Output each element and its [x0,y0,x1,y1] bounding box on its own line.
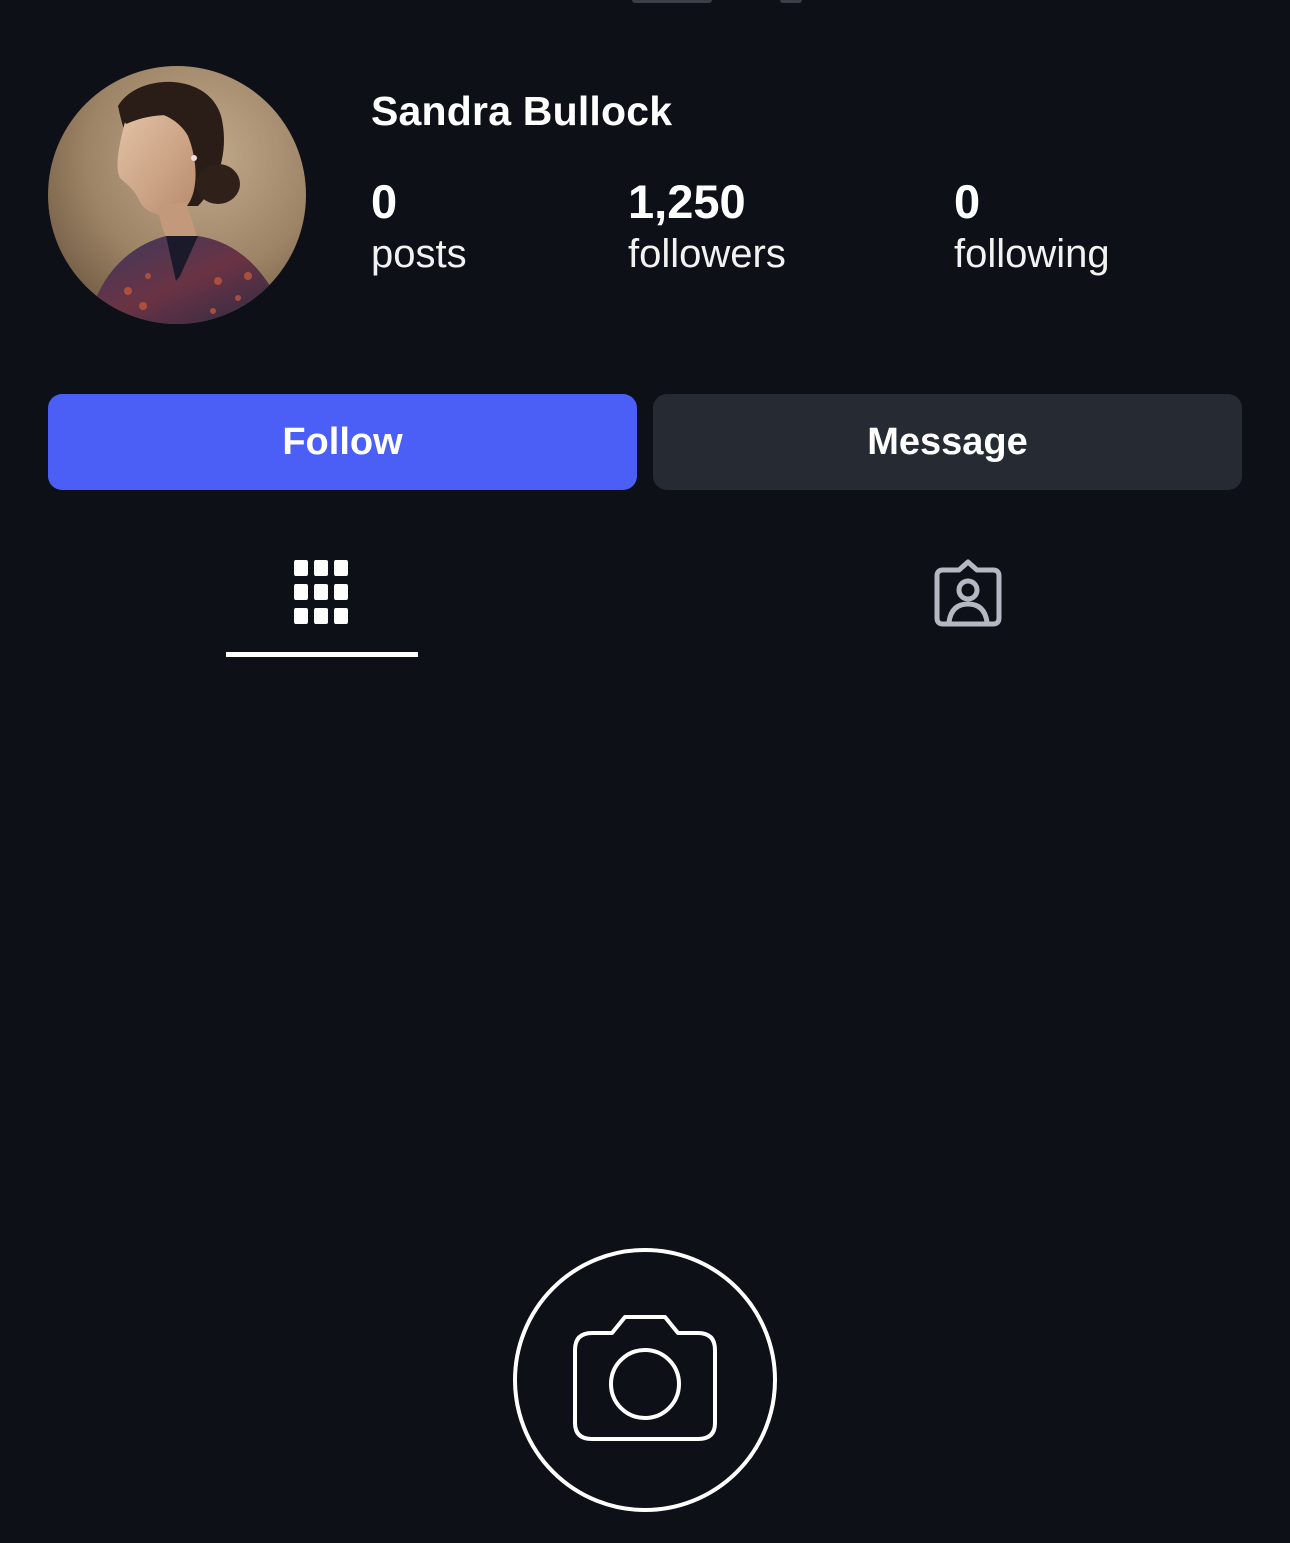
stat-following[interactable]: 0 following [954,174,1110,278]
stat-following-label: following [954,232,1110,276]
active-tab-indicator [226,652,418,657]
grid-icon [294,560,348,624]
tab-tagged[interactable] [872,538,1064,660]
message-button-label: Message [867,420,1028,463]
avatar-photo [48,66,306,324]
stat-followers-value: 1,250 [628,175,746,228]
tab-posts-grid[interactable] [226,538,418,660]
stat-followers-label: followers [628,232,786,276]
stat-posts-label: posts [371,232,467,276]
stat-following-value: 0 [954,175,981,228]
tagged-person-icon [934,559,1002,627]
stat-posts-value: 0 [371,175,398,228]
status-bar-remnant [632,0,712,3]
profile-name: Sandra Bullock [371,88,673,134]
follow-button-label: Follow [282,420,403,463]
message-button[interactable]: Message [653,394,1242,490]
follow-button[interactable]: Follow [48,394,637,490]
profile-screen: Sandra Bullock 0 posts 1,250 followers 0… [0,0,1290,1543]
empty-posts-camera [512,1247,778,1513]
stat-posts[interactable]: 0 posts [371,174,467,278]
camera-icon [513,1248,777,1512]
status-bar-remnant-dot [780,0,802,3]
stat-followers[interactable]: 1,250 followers [628,174,786,278]
avatar[interactable] [48,66,306,324]
